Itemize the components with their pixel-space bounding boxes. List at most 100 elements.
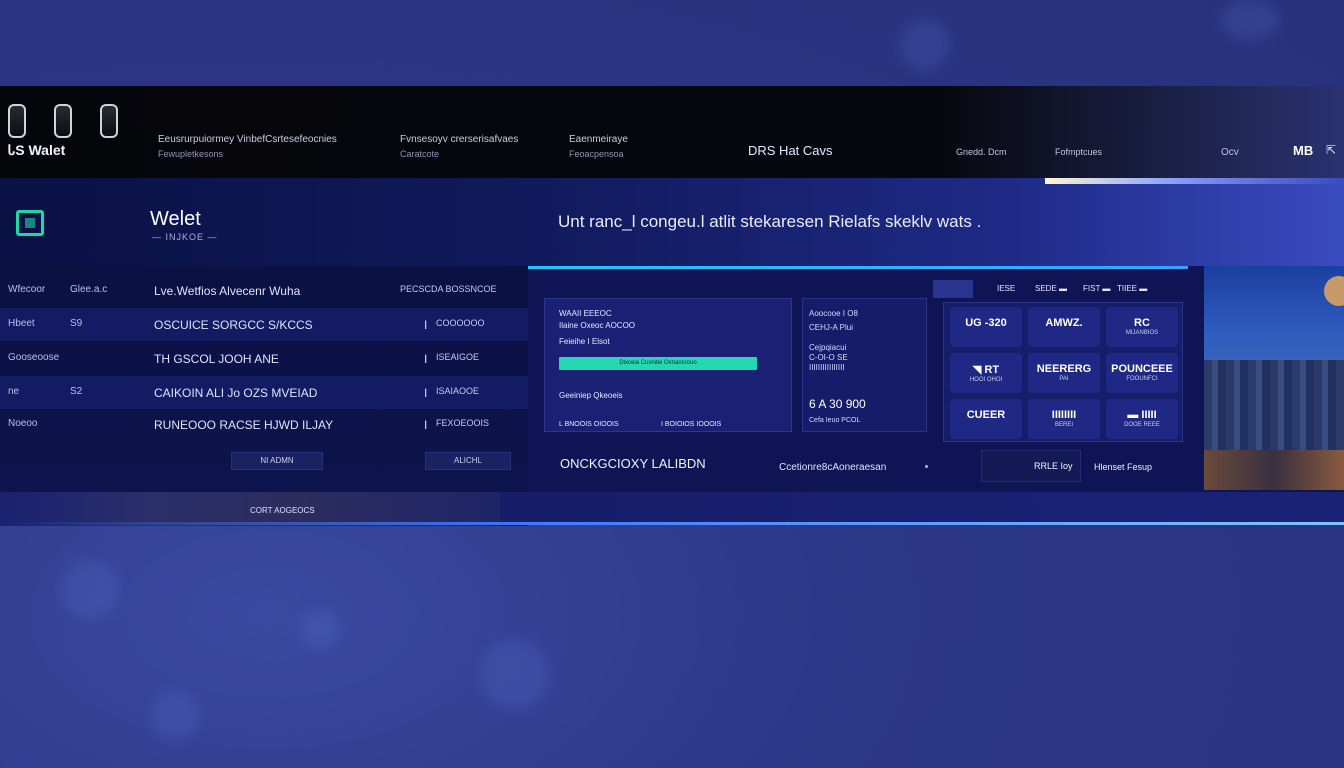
action-button[interactable]: ALICHL [425,452,511,470]
card-line: Feieihe I Elsot [559,337,610,346]
grid-tab[interactable]: IESE [997,284,1015,293]
grid-header: IESE SEDE ▬ FIST ▬ TIIEE ▬ [933,280,1183,300]
tile-label: CUEER [966,409,1006,421]
asset-tile[interactable]: RC MIJANBIOS [1106,307,1178,347]
rate-box[interactable]: RRLE Ioy [981,450,1081,482]
bokeh-light [480,640,550,710]
panel-highlight [528,266,1188,269]
summary-title: ONCKGCIOXY LALIBDN [560,456,706,471]
card-line: IIIIIIIIIIIIIIII [809,363,845,372]
separator-dot [925,465,928,468]
row-title: RUNEOOO RACSE HJWD ILJAY [154,418,334,432]
footer-band [500,492,1344,522]
moon-shape [1324,276,1344,306]
nav-item-sub: Caratcote [400,149,440,159]
progress-bar[interactable]: Dixceia Cuxnitei Oxnaosrouo [559,357,757,370]
card-line: WAAII EEEOC [559,309,612,318]
row-value: PECSCDA BOSSNCOE [400,284,497,294]
asset-tile[interactable]: IIIIIIII BEREI [1028,399,1100,439]
list-item[interactable]: Hbeet S9 OSCUICE SORGCC S/KCCS I COOOOOO [0,308,528,341]
tile-label: ▬ IIIII [1127,409,1157,421]
tile-label: IIIIIIII [1051,409,1077,421]
admin-button[interactable]: NI ADMN [231,452,323,470]
grid-tab[interactable]: SEDE ▬ [1035,284,1067,293]
card-line: CEHJ-A Plui [809,323,854,332]
asset-tile[interactable]: UG -320 [950,307,1022,347]
help-link[interactable]: Hlenset Fesup [1094,462,1152,472]
balance-value: 6 A 30 900 [809,397,866,411]
brand-name: ᏓS Walet [8,142,66,158]
grid-tab[interactable]: TIIEE ▬ [1117,284,1147,293]
card-line: Ilaine Oxeoc AOCOO [559,321,636,330]
asset-grid: UG -320 AMWZ. RC MIJANBIOS ◥ RT HOOI OHOI … [943,302,1183,442]
tile-sub: HOOI OHOI [969,377,1003,383]
footer-caption: CORT AOGEOCS [250,506,315,515]
asset-tile[interactable]: AMWZ. [1028,307,1100,347]
list-item[interactable]: ne S2 CAIKOIN ALI Jo OZS MVEIAD I ISAIAO… [0,376,528,409]
row-value: ISEAIGOE [436,352,480,362]
list-item[interactable]: Gooseoose TH GSCOL JOOH ANE I ISEAIGOE [0,342,528,375]
tile-label: ◥ RT [972,364,1000,376]
balance-card: Aoocooe I O8 CEHJ-A Plui Cejpqiacui C-OI… [802,298,927,432]
top-navbar: ᏓS Walet Eeusrurpuiormey VinbefCsrtesefe… [0,86,1344,178]
tile-label: POUNCEEE [1111,363,1173,375]
progress-label: Dixceia Cuxnitei Oxnaosrouo [619,360,697,366]
nav-link-2[interactable]: Fofmptcues [1055,147,1102,157]
expand-icon[interactable]: ⇱ [1326,143,1336,157]
nav-item-label: Eeusrurpuiormey VinbefCsrtesefeocnies [158,134,337,145]
row-title: OSCUICE SORGCC S/KCCS [154,318,313,332]
card-line: Cejpqiacui [809,343,847,352]
nav-item-sub: Fewupletkesons [158,149,224,159]
list-item[interactable]: Noeoo RUNEOOO RACSE HJWD ILJAY I FEXOEOO… [0,408,528,441]
list-item[interactable]: Wfecoor Glee.a.c Lve.Wetfios Alvecenr Wu… [0,274,528,307]
row-divider: I [424,352,428,366]
nav-link-3[interactable]: Ocv [1221,147,1239,158]
row-value: FEXOEOOIS [436,418,490,428]
transaction-list: Wfecoor Glee.a.c Lve.Wetfios Alvecenr Wu… [0,266,528,526]
bokeh-light [1220,0,1280,40]
nav-item-1[interactable]: Eeusrurpuiormey VinbefCsrtesefeocnies Fe… [158,132,337,162]
row-value: ISAIAOOE [436,386,480,396]
row-label: Gooseoose [8,352,60,363]
transfer-card: WAAII EEEOC Ilaine Oxeoc AOCOO Feieihe I… [544,298,792,432]
asset-tile[interactable]: ▬ IIIII DOOE REEE [1106,399,1178,439]
card-line: Aoocooe I O8 [809,309,858,318]
nav-item-3[interactable]: Eaenmeiraye Feoacpensoa [569,132,628,162]
nav-item-label: Eaenmeiraye [569,134,628,145]
row-title: TH GSCOL JOOH ANE [154,352,279,366]
card-line: C-OI-O SE [809,353,848,362]
bokeh-light [60,560,120,620]
asset-tile[interactable]: CUEER [950,399,1022,439]
bokeh-light [900,20,950,70]
nav-main-title[interactable]: DRS Hat Cavs [748,143,833,158]
bottle-icon [8,104,26,138]
bottle-icon [54,104,72,138]
tile-label: UG -320 [965,317,1007,329]
tile-label: NEERERG [1036,363,1092,375]
grid-filter[interactable] [933,280,973,298]
row-value: COOOOOO [436,318,485,328]
row-divider: I [424,418,428,432]
app-subtitle: — INJKOE — [152,232,218,242]
asset-tile[interactable]: POUNCEEE FOOUNFCI [1106,353,1178,393]
grid-tab[interactable]: FIST ▬ [1083,284,1110,293]
summary-row: ONCKGCIOXY LALIBDN Ccetionre8cAoneraesan… [528,450,1204,494]
bokeh-light [150,690,200,740]
row-title: Lve.Wetfios Alvecenr Wuha [154,284,301,298]
row-code: S9 [70,318,83,329]
card-footer: Cefa Ieuo PCOL [809,417,861,424]
nav-item-2[interactable]: Fvnsesoyv crerserisafvaes Caratcote [400,132,518,162]
row-code: Glee.a.c [70,284,108,295]
row-divider: I [424,318,428,332]
row-label: Noeoo [8,418,38,429]
user-menu[interactable]: MB [1293,143,1313,158]
nav-link-1[interactable]: Gnedd. Dcm [956,147,1007,157]
row-title: CAIKOIN ALI Jo OZS MVEIAD [154,386,318,400]
card-footer: L BNOOIS OIOOIS [559,421,619,428]
tile-sub: BEREI [1054,422,1073,428]
tile-sub: DOOE REEE [1124,422,1160,428]
bokeh-light [300,610,340,650]
row-label: Hbeet [8,318,35,329]
asset-tile[interactable]: ◥ RT HOOI OHOI [950,353,1022,393]
asset-tile[interactable]: NEERERG PAI [1028,353,1100,393]
